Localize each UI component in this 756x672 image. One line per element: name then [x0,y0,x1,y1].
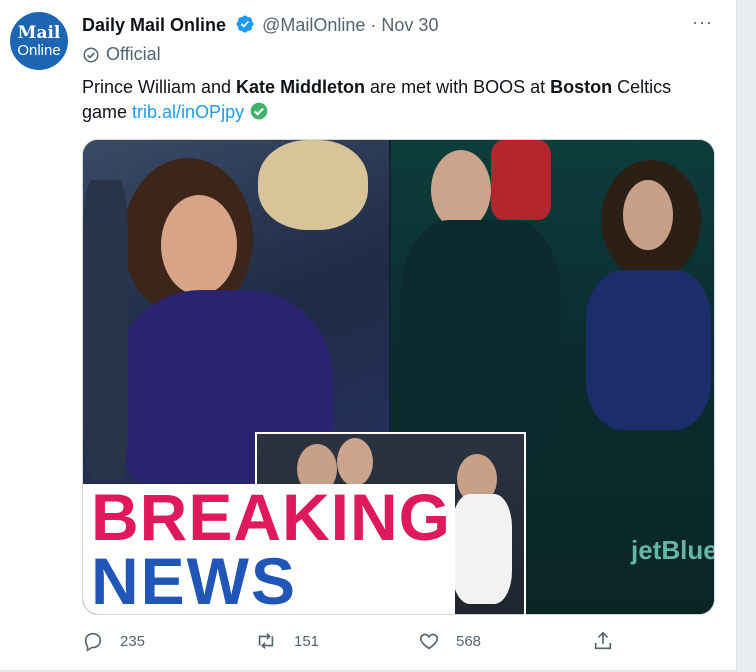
avatar[interactable]: Mail Online [10,12,68,70]
tweet-media[interactable]: jetBlue BREAKING NEWS [82,139,715,615]
jetblue-sign: jetBlue [631,535,715,565]
share-button[interactable] [592,630,630,652]
tweet-text: Prince William and Kate Middleton are me… [82,75,712,128]
breaking-text: BREAKING [91,480,452,554]
avatar-line2: Online [17,41,61,59]
handle[interactable]: @MailOnline [262,15,365,35]
official-check-icon [83,47,99,62]
separator-dot: · [370,15,377,35]
display-name[interactable]: Daily Mail Online [82,15,226,35]
tweet-text-part: Prince William and [82,77,237,97]
like-count: 568 [456,632,482,650]
official-badge: Official [82,44,161,65]
like-button[interactable]: 568 [418,630,481,652]
tweet-text-part: are met with BOOS at [365,77,551,97]
retweet-button[interactable]: 151 [254,630,319,652]
tweet-header: Daily Mail Online @MailOnline · Nov 30 [82,14,438,39]
retweet-icon [258,633,274,649]
tweet-card[interactable]: Mail Online Daily Mail Online @MailOnlin… [0,0,737,671]
news-text: NEWS [91,544,297,615]
like-icon [419,633,439,650]
reply-count: 235 [120,632,146,650]
tweet-date[interactable]: Nov 30 [381,15,438,35]
tweet-text-part: Kate Middleton [236,77,366,97]
tweet-actions: 235 151 568 [82,630,622,654]
share-icon [594,631,612,650]
check-mark-emoji-icon [249,101,269,128]
retweet-count: 151 [294,632,320,650]
tweet-link[interactable]: trib.al/inOPjpy [132,102,244,122]
official-label: Official [106,44,161,64]
reply-icon [84,632,102,652]
avatar-line1: Mail [17,22,61,43]
verified-icon [235,14,255,39]
more-options-icon[interactable]: ··· [692,12,713,33]
tweet-text-part: Boston [550,77,613,97]
reply-button[interactable]: 235 [82,630,145,652]
